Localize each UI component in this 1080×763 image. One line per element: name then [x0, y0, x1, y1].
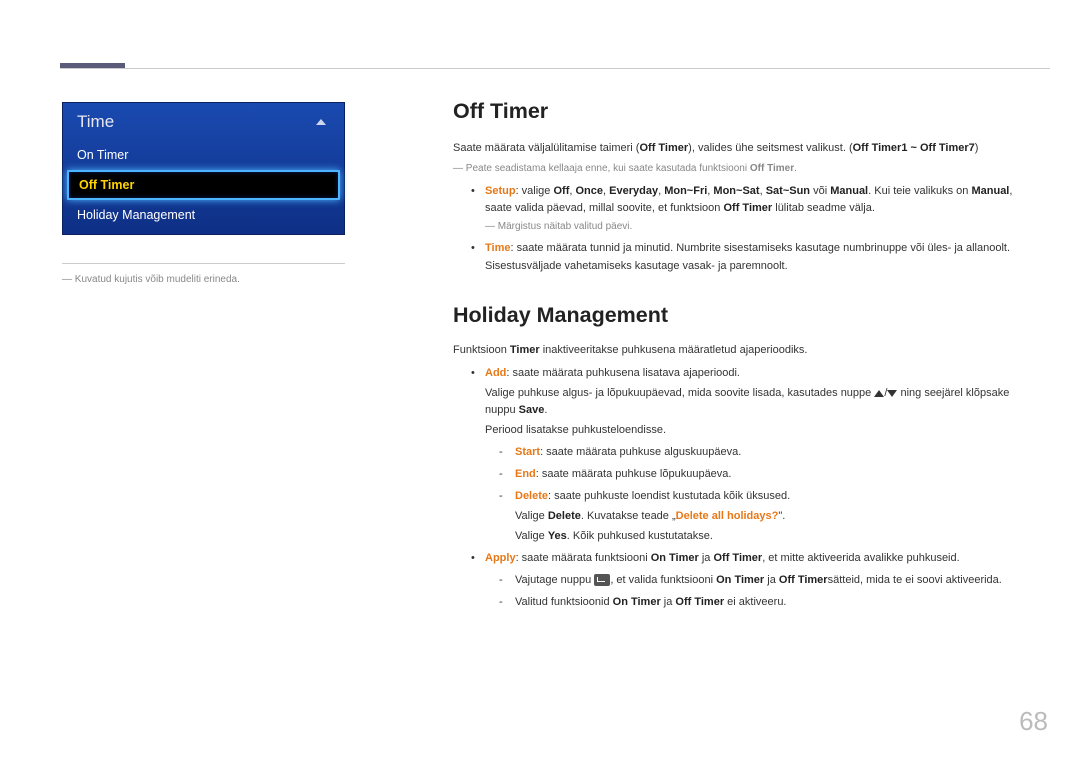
menu-title: Time — [77, 112, 114, 132]
main-content: Off Timer Saate määrata väljalülitamise … — [453, 95, 1040, 616]
left-divider — [62, 263, 345, 264]
caption-prefix: ― — [62, 274, 72, 285]
menu-item-holiday-management[interactable]: Holiday Management — [63, 200, 344, 234]
apply-sub2: Valitud funktsioonid On Timer ja Off Tim… — [499, 594, 1040, 611]
time-menu-panel: Time On Timer Off Timer Holiday Manageme… — [62, 102, 345, 235]
page-number: 68 — [1019, 706, 1048, 737]
add-line2: Valige puhkuse algus- ja lõpukuupäevad, … — [485, 385, 1040, 419]
delete-line2: Valige Delete. Kuvatakse teade „Delete a… — [515, 508, 1040, 525]
off-timer-bullets: Setup: valige Off, Once, Everyday, Mon~F… — [453, 183, 1040, 274]
holiday-intro: Funktsioon Timer inaktiveeritakse puhkus… — [453, 342, 1040, 359]
left-column: Time On Timer Off Timer Holiday Manageme… — [62, 102, 347, 285]
setup-sub-note: ― Märgistus näitab valitud päevi. — [485, 219, 1040, 235]
menu-item-on-timer[interactable]: On Timer — [63, 140, 344, 170]
triangle-up-icon — [874, 390, 884, 397]
delete-line3: Valige Yes. Kõik puhkused kustutatakse. — [515, 528, 1040, 545]
menu-title-row: Time — [63, 103, 344, 140]
add-sublist: Start: saate määrata puhkuse alguskuupäe… — [485, 444, 1040, 545]
sub-delete: Delete: saate puhkuste loendist kustutad… — [499, 488, 1040, 545]
bullet-add: Add: saate määrata puhkusena lisatava aj… — [471, 365, 1040, 545]
heading-off-timer: Off Timer — [453, 95, 1040, 128]
sub-start: Start: saate määrata puhkuse alguskuupäe… — [499, 444, 1040, 461]
enter-key-icon — [594, 574, 610, 586]
add-line3: Periood lisatakse puhkusteloendisse. — [485, 422, 1040, 439]
apply-sublist: Vajutage nuppu , et valida funktsiooni O… — [485, 572, 1040, 611]
left-caption: ― Kuvatud kujutis võib mudeliti erineda. — [62, 274, 347, 285]
triangle-down-icon — [887, 390, 897, 397]
menu-item-off-timer[interactable]: Off Timer — [67, 170, 340, 200]
chevron-up-icon[interactable] — [316, 119, 326, 125]
bullet-time: Time: saate määrata tunnid ja minutid. N… — [471, 240, 1040, 274]
header-rule — [60, 68, 1050, 69]
bullet-setup: Setup: valige Off, Once, Everyday, Mon~F… — [471, 183, 1040, 235]
off-timer-note: ― Peate seadistama kellaaja enne, kui sa… — [453, 161, 1040, 177]
caption-text: Kuvatud kujutis võib mudeliti erineda. — [75, 274, 240, 285]
off-timer-intro: Saate määrata väljalülitamise taimeri (O… — [453, 140, 1040, 157]
bullet-apply: Apply: saate määrata funktsiooni On Time… — [471, 550, 1040, 611]
holiday-bullets: Add: saate määrata puhkusena lisatava aj… — [453, 365, 1040, 612]
heading-holiday-management: Holiday Management — [453, 299, 1040, 332]
apply-sub1: Vajutage nuppu , et valida funktsiooni O… — [499, 572, 1040, 589]
sub-end: End: saate määrata puhkuse lõpukuupäeva. — [499, 466, 1040, 483]
